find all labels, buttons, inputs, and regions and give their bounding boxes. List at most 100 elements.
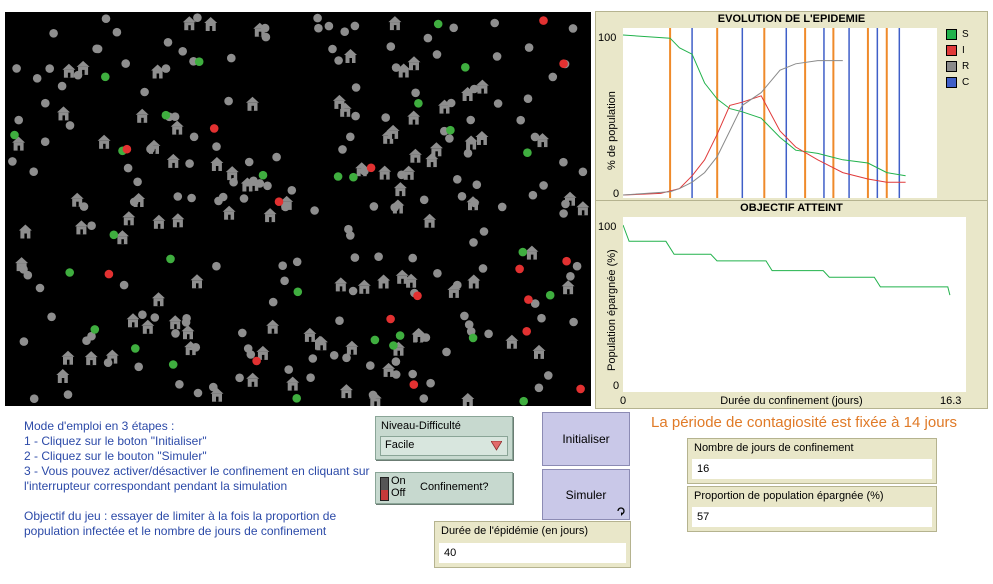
- agent-healthy: [134, 362, 143, 372]
- agent-healthy: [14, 115, 23, 125]
- agent-healthy: [446, 98, 456, 108]
- agent-healthy: [340, 27, 350, 36]
- agent-healthy: [57, 81, 67, 91]
- agent-healthy: [492, 52, 502, 61]
- agent-healthy: [47, 312, 56, 322]
- agent-healthy: [49, 29, 58, 38]
- agent-susceptible: [258, 170, 268, 180]
- house-icon: [339, 384, 353, 399]
- agent-healthy: [140, 87, 149, 97]
- agent-healthy: [308, 354, 318, 363]
- house-icon: [181, 325, 195, 340]
- difficulty-chooser-label: Niveau-Difficulté: [381, 420, 461, 432]
- agent-healthy: [314, 23, 323, 33]
- agent-healthy: [346, 132, 355, 142]
- instructions-text: Mode d'emploi en 3 étapes : 1 - Cliquez …: [24, 419, 374, 539]
- jours-confinement-value: 16: [692, 459, 932, 479]
- agent-healthy: [150, 313, 160, 322]
- agent-healthy: [133, 177, 142, 187]
- house-icon: [386, 124, 400, 139]
- agent-healthy: [218, 192, 228, 202]
- agent-healthy: [445, 134, 454, 143]
- house-icon: [62, 63, 76, 78]
- agent-healthy: [523, 94, 533, 103]
- agent-susceptible: [389, 341, 398, 350]
- agent-infected: [386, 314, 395, 324]
- agent-susceptible: [518, 247, 528, 257]
- agent-healthy: [209, 382, 218, 392]
- agent-healthy: [101, 14, 111, 23]
- switch-track[interactable]: [380, 477, 389, 501]
- agent-healthy: [469, 84, 479, 94]
- agent-healthy: [426, 378, 435, 388]
- plot-objectif-ylabel: Population épargnée (%): [606, 249, 618, 371]
- agent-healthy: [351, 111, 360, 121]
- agent-healthy: [421, 333, 431, 342]
- legend-item-r: R: [946, 61, 969, 72]
- legend-item-s: S: [946, 29, 969, 40]
- house-icon: [334, 277, 348, 292]
- agent-healthy: [65, 121, 75, 130]
- house-icon: [464, 135, 478, 150]
- house-icon: [168, 315, 182, 330]
- switch-knob[interactable]: [381, 490, 388, 500]
- plot-evolution-ylabel: % de population: [606, 91, 618, 170]
- agent-healthy: [419, 195, 429, 205]
- agent-susceptible: [461, 63, 470, 72]
- switch-label: Confinement?: [420, 481, 489, 493]
- agent-susceptible: [109, 230, 119, 240]
- house-icon: [344, 49, 357, 63]
- agent-susceptible: [168, 360, 178, 369]
- agent-infected: [104, 269, 114, 279]
- plot-objectif-svg: [622, 224, 951, 296]
- difficulty-select[interactable]: Facile: [380, 436, 508, 456]
- agent-healthy: [572, 261, 582, 271]
- agent-healthy: [351, 83, 361, 92]
- house-icon: [57, 106, 70, 121]
- agent-infected: [515, 264, 524, 274]
- agent-susceptible: [519, 396, 528, 406]
- initialiser-button[interactable]: Initialiser: [542, 412, 630, 466]
- agent-susceptible: [370, 335, 380, 345]
- agent-susceptible: [446, 125, 455, 135]
- legend-label-s: S: [962, 29, 969, 40]
- simuler-button[interactable]: Simuler: [542, 469, 630, 520]
- confinement-switch[interactable]: On Off Confinement?: [375, 472, 513, 504]
- objectif-series-line: [622, 224, 951, 296]
- agent-infected: [522, 327, 531, 336]
- house-icon: [475, 131, 489, 145]
- agent-healthy: [368, 390, 378, 400]
- agent-infected: [576, 384, 585, 394]
- difficulty-value: Facile: [385, 439, 415, 451]
- house-icon: [225, 166, 239, 181]
- agent-healthy: [244, 157, 254, 167]
- world-view: [5, 12, 591, 406]
- house-icon: [378, 165, 392, 180]
- agent-healthy: [479, 227, 489, 236]
- instructions-spacer: [24, 494, 374, 509]
- agent-healthy: [121, 59, 130, 68]
- jours-confinement-monitor: Nombre de jours de confinement 16: [687, 438, 937, 484]
- agent-susceptible: [293, 287, 303, 297]
- plot-objectif-ytick-max: 100: [598, 221, 617, 233]
- agent-healthy: [463, 149, 473, 158]
- agent-healthy: [329, 351, 339, 360]
- jours-confinement-label: Nombre de jours de confinement: [694, 442, 854, 454]
- agent-susceptible: [161, 110, 171, 120]
- agent-healthy: [390, 203, 400, 212]
- house-icon: [393, 182, 407, 197]
- house-icon: [303, 327, 317, 342]
- agent-healthy: [8, 157, 17, 166]
- agent-healthy: [516, 115, 525, 125]
- house-icon: [266, 319, 280, 334]
- house-icon: [561, 280, 575, 295]
- forever-icon: [617, 507, 625, 516]
- agent-healthy: [423, 33, 433, 43]
- agent-healthy: [374, 252, 383, 261]
- difficulty-chooser[interactable]: Niveau-Difficulté Facile: [375, 416, 513, 460]
- agent-healthy: [41, 98, 50, 108]
- instructions-line: 3 - Vous pouvez activer/désactiver le co…: [24, 464, 370, 493]
- agent-healthy: [191, 343, 201, 352]
- agent-healthy: [278, 261, 288, 270]
- house-icon: [84, 351, 98, 366]
